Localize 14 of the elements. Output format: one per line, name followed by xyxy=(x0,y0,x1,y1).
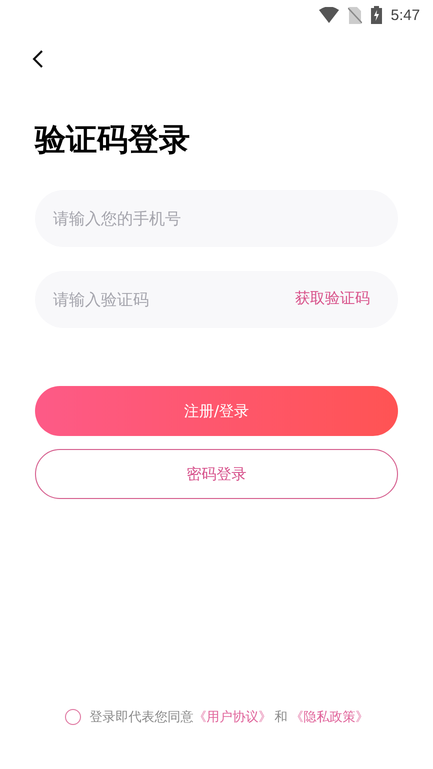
agreement-text: 登录即代表您同意《用户协议》 和 《隐私政策》 xyxy=(90,709,368,726)
phone-field[interactable]: 请输入您的手机号 xyxy=(35,190,398,247)
get-code-button[interactable]: 获取验证码 xyxy=(295,289,370,308)
page-title: 验证码登录 xyxy=(35,121,191,160)
wifi-icon xyxy=(318,7,339,23)
back-icon[interactable] xyxy=(32,50,44,68)
no-sim-icon xyxy=(348,6,362,24)
agree-checkbox[interactable] xyxy=(64,709,80,725)
battery-charging-icon xyxy=(370,6,382,24)
status-time: 5:47 xyxy=(390,6,420,24)
password-login-button[interactable]: 密码登录 xyxy=(35,449,398,499)
privacy-policy-link[interactable]: 《隐私政策》 xyxy=(290,710,368,725)
user-agreement-link[interactable]: 《用户协议》 xyxy=(194,710,272,725)
register-login-button[interactable]: 注册/登录 xyxy=(35,386,398,436)
